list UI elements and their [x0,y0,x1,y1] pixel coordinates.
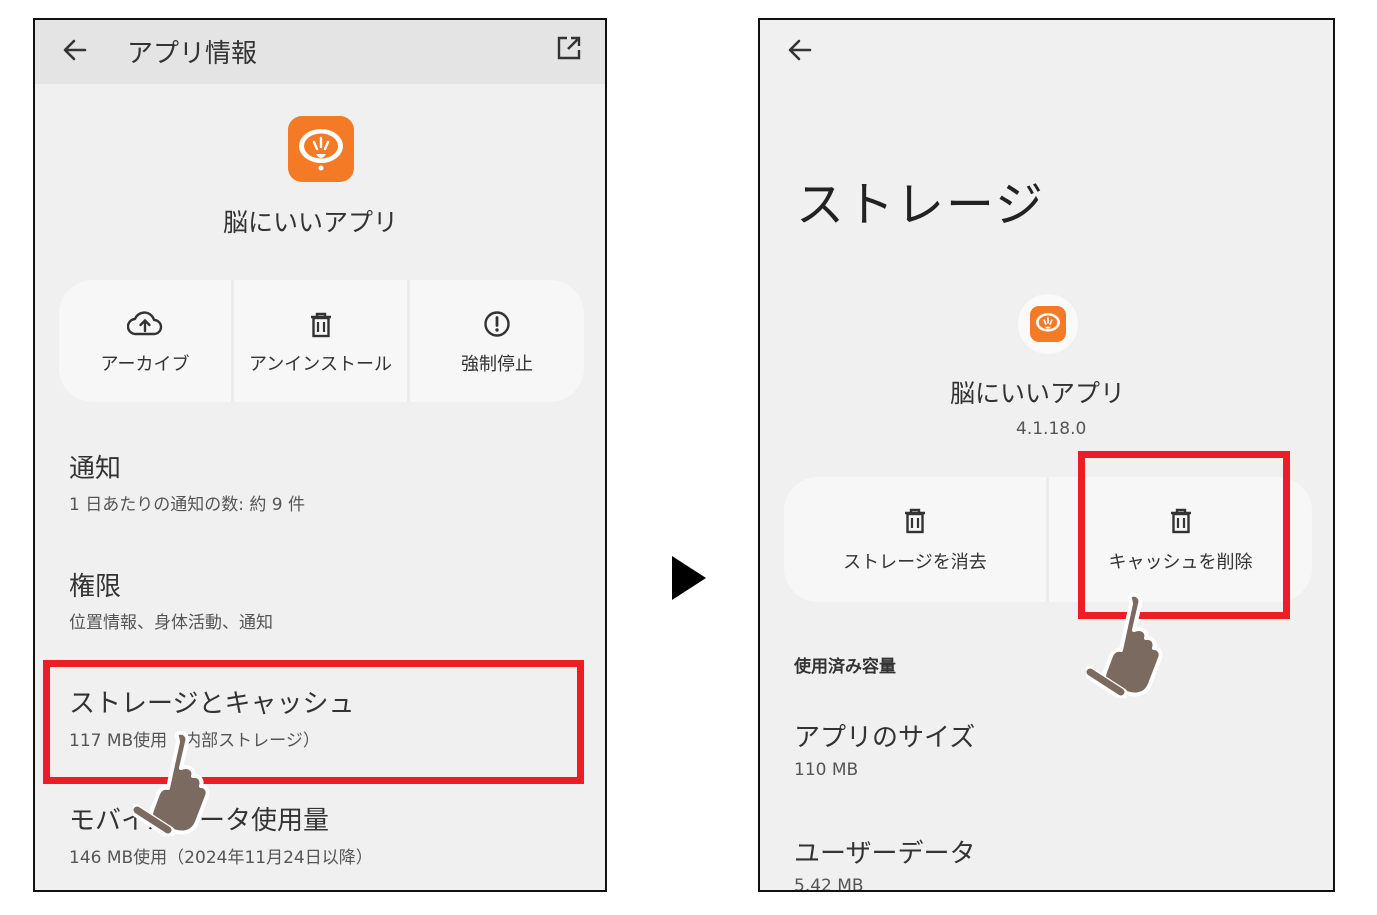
page-title: ストレージ [796,177,1046,233]
action-button-group: アーカイブ アンインストール 強制停止 [59,280,584,402]
app-version: 4.1.18.0 [1016,419,1087,439]
pointing-hand-icon [133,730,210,836]
app-bar: アプリ情報 [35,20,605,84]
trash-icon [1170,508,1191,534]
back-arrow-icon[interactable] [61,36,89,64]
brain-logo-icon [299,129,343,171]
brain-logo-icon [1036,313,1060,332]
back-arrow-icon[interactable] [786,36,814,64]
app-icon [288,116,354,182]
item-subtitle: 1 日あたりの通知の数: 約 9 件 [69,495,305,515]
force-stop-label: 強制停止 [461,354,533,375]
app-icon-circle [1018,294,1078,354]
force-stop-button[interactable]: 強制停止 [410,280,584,402]
item-subtitle: 146 MB使用（2024年11月24日以降） [69,848,373,868]
open-in-new-icon[interactable] [555,34,583,62]
uninstall-button[interactable]: アンインストール [234,280,407,402]
item-title: アプリのサイズ [794,723,976,753]
app-info-screen: アプリ情報 脳にいいアプリ アーカイブ アンインストール 強制停止 通知 1 日… [33,18,607,892]
clear-cache-button[interactable]: キャッシュを削除 [1049,477,1312,602]
archive-label: アーカイブ [100,354,190,375]
item-value: 110 MB [794,760,859,780]
item-title: 通知 [69,454,122,484]
app-name: 脳にいいアプリ [950,379,1126,408]
pointing-hand-icon [1086,592,1163,698]
archive-button[interactable]: アーカイブ [59,280,231,402]
trash-icon [310,312,331,338]
clear-cache-label: キャッシュを削除 [1108,552,1253,573]
alert-circle-icon [484,311,510,337]
item-title: ユーザーデータ [794,839,976,869]
uninstall-label: アンインストール [249,354,392,375]
highlight-box [43,660,584,784]
item-value: 5.42 MB [794,876,864,892]
storage-screen: ストレージ 脳にいいアプリ 4.1.18.0 ストレージを消去 キャッシュを削除… [758,18,1335,892]
action-button-group: ストレージを消去 キャッシュを削除 [784,477,1312,602]
app-icon [1030,306,1066,342]
clear-storage-label: ストレージを消去 [843,552,987,573]
trash-icon [905,508,925,534]
item-title: ストレージとキャッシュ [69,689,355,719]
item-title: 権限 [69,572,122,602]
clear-storage-button[interactable]: ストレージを消去 [784,477,1046,602]
section-header: 使用済み容量 [794,657,896,677]
item-subtitle: 位置情報、身体活動、通知 [69,613,273,633]
next-step-arrow-icon [672,556,706,600]
app-name: 脳にいいアプリ [223,208,399,237]
cloud-upload-icon [127,311,163,336]
page-title: アプリ情報 [127,39,258,69]
